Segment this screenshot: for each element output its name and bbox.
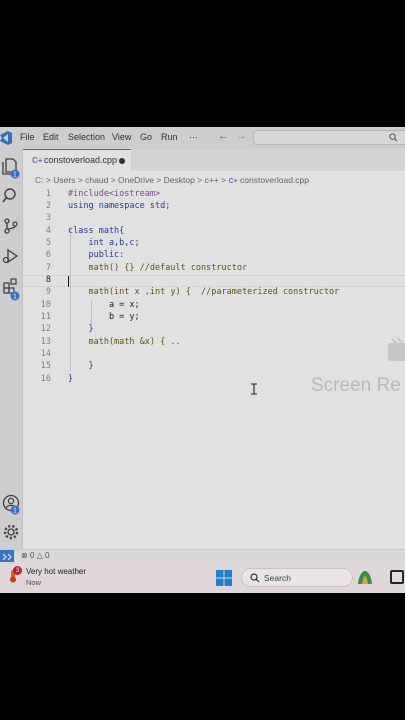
- svg-text:1: 1: [13, 294, 17, 301]
- tab-constoverload-cpp[interactable]: C+ constoverload.cpp: [23, 149, 131, 171]
- vscode-window: File Edit Selection View Go Run ··· ← → …: [0, 127, 405, 593]
- weather-subtitle: Now: [26, 578, 42, 587]
- account-badge-icon: 1: [10, 505, 20, 515]
- breadcrumb-item[interactable]: chaud: [85, 175, 108, 185]
- run-debug-icon[interactable]: [2, 247, 20, 265]
- code-line[interactable]: math() {} //default constructor: [68, 263, 247, 273]
- text-caret: [68, 276, 69, 287]
- line-number: 2: [45, 201, 51, 211]
- problems-indicator[interactable]: ⊗ 0 △ 0: [21, 551, 49, 560]
- taskbar-search-box[interactable]: Search: [241, 568, 353, 587]
- screen-recorder-logo-icon: [388, 337, 405, 361]
- search-icon: [389, 133, 398, 142]
- search-icon: [250, 573, 260, 583]
- line-number: 5: [45, 238, 51, 248]
- breadcrumb-separator: >: [45, 175, 51, 185]
- svg-text:1: 1: [13, 172, 17, 179]
- breadcrumb-separator: >: [197, 175, 203, 185]
- unsaved-dot-icon[interactable]: [119, 158, 125, 164]
- breadcrumb: C: > Users > chaud > OneDrive > Desktop …: [35, 175, 309, 185]
- copilot-app-icon[interactable]: [355, 568, 375, 588]
- line-number: 11: [40, 312, 51, 322]
- code-editor[interactable]: 1 2 3 4 5 6 7 8 9 10 11 12 13 14 15 16 #…: [23, 185, 405, 545]
- breadcrumb-item[interactable]: Users: [53, 175, 75, 185]
- breadcrumb-item[interactable]: c++: [205, 175, 219, 185]
- breadcrumb-separator: >: [221, 175, 227, 185]
- breadcrumb-separator: >: [110, 175, 116, 185]
- line-number: 4: [45, 226, 51, 236]
- vscode-logo-icon: [0, 131, 12, 145]
- explorer-badge-icon: 1: [10, 169, 20, 179]
- code-line[interactable]: math(math &x) { ..: [68, 337, 180, 347]
- code-line[interactable]: }: [68, 361, 93, 371]
- code-line[interactable]: }: [68, 324, 93, 334]
- warning-icon: △: [36, 551, 43, 560]
- indent-guide: [70, 227, 71, 371]
- code-line[interactable]: #include<iostream>: [68, 189, 160, 199]
- line-number: 1: [45, 189, 51, 199]
- line-number: 3: [45, 213, 51, 223]
- command-center-search[interactable]: [253, 130, 405, 145]
- line-number: 6: [45, 250, 51, 260]
- line-number-active: 8: [45, 275, 51, 285]
- code-line[interactable]: class math{: [68, 226, 124, 236]
- error-icon: ⊗: [21, 551, 28, 560]
- menu-view[interactable]: View: [112, 132, 131, 142]
- warning-count: 0: [45, 551, 50, 560]
- text-cursor-icon: [251, 383, 257, 395]
- breadcrumb-file-icon: C+: [228, 178, 238, 185]
- code-line[interactable]: int a,b,c;: [68, 238, 139, 248]
- breadcrumb-separator: >: [156, 175, 162, 185]
- code-line[interactable]: using namespace std;: [68, 201, 170, 211]
- title-bar: File Edit Selection View Go Run ··· ← →: [0, 127, 405, 149]
- weather-title[interactable]: Very hot weather: [26, 567, 86, 576]
- breadcrumb-item[interactable]: OneDrive: [118, 175, 154, 185]
- taskbar-search-label: Search: [264, 573, 291, 583]
- menu-file[interactable]: File: [20, 132, 35, 142]
- settings-gear-icon[interactable]: [2, 523, 20, 541]
- line-number: 15: [40, 361, 51, 371]
- breadcrumb-file[interactable]: constoverload.cpp: [240, 175, 309, 185]
- windows-start-icon[interactable]: [216, 570, 232, 586]
- line-number: 13: [40, 337, 51, 347]
- line-number: 7: [45, 263, 51, 273]
- line-number: 16: [40, 374, 51, 384]
- source-control-icon[interactable]: [2, 217, 20, 235]
- code-line[interactable]: public:: [68, 250, 124, 260]
- editor-tab-bar: C+ constoverload.cpp: [23, 149, 405, 171]
- current-line-highlight: [23, 275, 405, 287]
- code-line[interactable]: math(int x ,int y) { //parameterized con…: [68, 287, 339, 297]
- status-bar: ⊗ 0 △ 0: [0, 549, 405, 562]
- nav-forward-icon[interactable]: →: [236, 130, 247, 142]
- code-line[interactable]: }: [68, 374, 73, 384]
- line-number: 10: [40, 300, 51, 310]
- line-number: 14: [40, 349, 51, 359]
- menu-selection[interactable]: Selection: [68, 132, 105, 142]
- weather-badge: 3: [13, 566, 22, 575]
- menu-run[interactable]: Run: [161, 132, 178, 142]
- tab-label: constoverload.cpp: [44, 155, 118, 165]
- line-number: 9: [45, 287, 51, 297]
- line-number: 12: [40, 324, 51, 334]
- terminal-app-icon[interactable]: [389, 569, 405, 585]
- error-count: 0: [29, 551, 35, 560]
- breadcrumb-item[interactable]: C:: [35, 175, 44, 185]
- windows-taskbar: 3 Very hot weather Now Search: [0, 562, 405, 593]
- svg-text:1: 1: [13, 508, 17, 515]
- cpp-file-icon: C+: [32, 156, 43, 165]
- breadcrumb-separator: >: [77, 175, 83, 185]
- search-icon[interactable]: [2, 187, 20, 205]
- menu-go[interactable]: Go: [140, 132, 152, 142]
- activity-bar: 1 1 1: [0, 149, 23, 549]
- menu-edit[interactable]: Edit: [43, 132, 59, 142]
- code-line[interactable]: b = y;: [68, 312, 140, 322]
- extensions-badge-icon: 1: [10, 291, 20, 301]
- watermark-text: Screen Re: [311, 375, 401, 396]
- nav-back-icon[interactable]: ←: [218, 130, 229, 142]
- menu-more[interactable]: ···: [189, 132, 198, 142]
- breadcrumb-item[interactable]: Desktop: [164, 175, 195, 185]
- code-line[interactable]: a = x;: [68, 300, 140, 310]
- remote-indicator[interactable]: [0, 550, 14, 562]
